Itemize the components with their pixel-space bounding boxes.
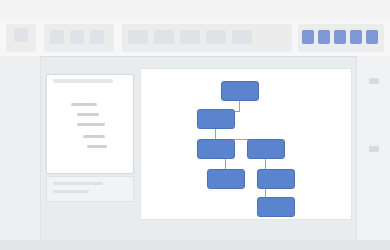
layout-thumb-2[interactable] (154, 30, 174, 44)
smartart-node[interactable] (221, 81, 259, 101)
text-pane-item[interactable] (87, 145, 107, 148)
status-bar (0, 240, 390, 250)
clipboard-group (6, 24, 36, 52)
text-pane-header (53, 79, 113, 83)
ribbon (0, 20, 390, 57)
smartart-node[interactable] (257, 169, 295, 189)
promote-button[interactable] (70, 30, 84, 44)
layout-thumb-1[interactable] (128, 30, 148, 44)
slide-thumbnail-rail (0, 56, 41, 250)
layout-thumb-5[interactable] (232, 30, 252, 44)
smartart-node[interactable] (257, 197, 295, 217)
text-pane-item[interactable] (77, 113, 99, 116)
demote-button[interactable] (90, 30, 104, 44)
style-thumb-1[interactable] (302, 30, 314, 44)
style-thumb-2[interactable] (318, 30, 330, 44)
layouts-group (122, 24, 292, 52)
smartart-node[interactable] (207, 169, 245, 189)
panel-icon[interactable] (369, 146, 379, 152)
style-thumb-3[interactable] (334, 30, 346, 44)
text-pane-footer (46, 176, 134, 202)
add-shape-button[interactable] (50, 30, 64, 44)
footer-line (53, 182, 103, 185)
layout-thumb-4[interactable] (206, 30, 226, 44)
title-bar (0, 0, 390, 12)
connector (239, 101, 240, 111)
layout-thumb-3[interactable] (180, 30, 200, 44)
paste-button[interactable] (14, 28, 28, 42)
right-panel (356, 56, 390, 250)
style-thumb-5[interactable] (366, 30, 378, 44)
footer-line (53, 190, 89, 193)
text-pane-item[interactable] (83, 135, 105, 138)
panel-icon[interactable] (369, 78, 379, 84)
slide-canvas[interactable] (140, 68, 352, 220)
smartart-node[interactable] (197, 109, 235, 129)
text-pane-item[interactable] (77, 123, 105, 126)
smartart-styles-group (298, 24, 384, 52)
smartart-text-pane[interactable] (46, 74, 134, 174)
ribbon-tabs (0, 12, 390, 20)
smartart-node[interactable] (197, 139, 235, 159)
style-thumb-4[interactable] (350, 30, 362, 44)
smartart-node[interactable] (247, 139, 285, 159)
text-pane-item[interactable] (71, 103, 97, 106)
create-graphic-group (44, 24, 114, 52)
